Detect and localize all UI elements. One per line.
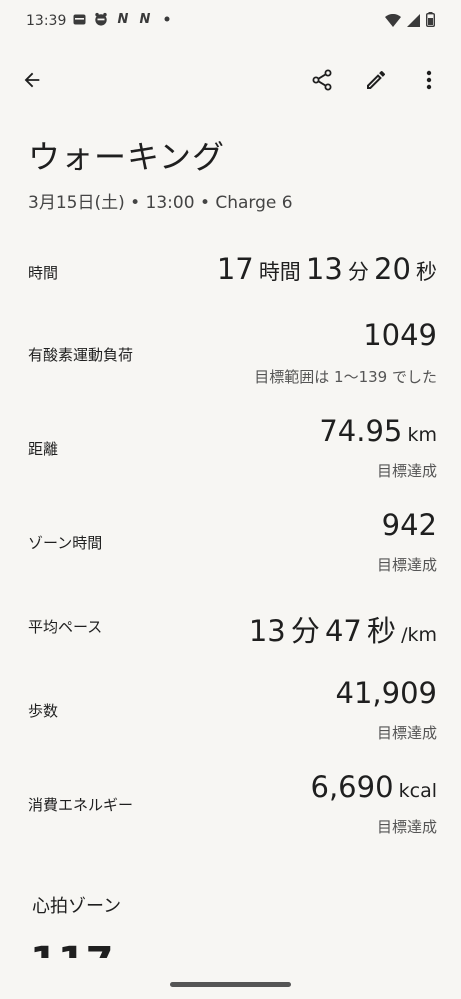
status-bar: 13:39 N N <box>0 0 461 44</box>
stat-value: 6,690 kcal <box>310 770 438 804</box>
stat-sub: 目標達成 <box>376 818 437 836</box>
more-vert-icon <box>426 70 432 94</box>
back-button[interactable] <box>12 62 52 102</box>
heart-zone-title: 心拍ゾーン <box>32 896 122 917</box>
signal-icon <box>407 12 420 31</box>
n-icon: N <box>117 11 129 27</box>
home-indicator[interactable] <box>170 982 291 987</box>
heart-zone-value: 117 <box>30 942 114 958</box>
activity-title: ウォーキング <box>28 138 226 176</box>
stat-label: 距離 <box>28 440 59 458</box>
wifi-icon <box>385 12 401 31</box>
n-icon: N <box>139 11 151 27</box>
stat-value: 13 分 47 秒 /km <box>248 614 437 648</box>
stat-duration: 時間 17 時間 13 分 20 秒 <box>0 252 461 292</box>
battery-icon <box>425 12 435 31</box>
app-bar <box>0 56 461 112</box>
emoji-icon <box>94 12 108 26</box>
share-button[interactable] <box>302 62 342 102</box>
stat-label: 平均ペース <box>28 618 103 636</box>
share-icon <box>310 68 334 96</box>
edit-icon <box>364 68 388 96</box>
activity-subtitle: 3月15日(土) • 13:00 • Charge 6 <box>28 193 293 213</box>
stat-label: 歩数 <box>28 702 59 720</box>
stat-sub: 目標達成 <box>376 462 437 480</box>
stat-zone-minutes[interactable]: ゾーン時間 942 目標達成 <box>0 508 461 580</box>
stat-label: 有酸素運動負荷 <box>28 346 134 364</box>
card-icon <box>72 12 86 26</box>
edit-button[interactable] <box>356 62 396 102</box>
stat-distance[interactable]: 距離 74.95 km 目標達成 <box>0 414 461 486</box>
stat-label: 時間 <box>28 264 59 282</box>
stat-label: 消費エネルギー <box>28 796 134 814</box>
status-time: 13:39 <box>26 13 67 29</box>
stat-sub: 目標範囲は 1〜139 でした <box>254 368 437 386</box>
stat-value: 17 時間 13 分 20 秒 <box>216 252 437 286</box>
stat-pace: 平均ペース 13 分 47 秒 /km <box>0 608 461 648</box>
stat-value: 942 <box>381 508 437 542</box>
dot-icon <box>160 12 174 26</box>
stat-label: ゾーン時間 <box>28 534 103 552</box>
stat-cardio-load[interactable]: 有酸素運動負荷 1049 目標範囲は 1〜139 でした <box>0 318 461 390</box>
stat-sub: 目標達成 <box>376 556 437 574</box>
more-button[interactable] <box>409 62 449 102</box>
stat-value: 74.95 km <box>319 414 437 448</box>
stat-value: 41,909 <box>335 676 437 710</box>
stat-calories[interactable]: 消費エネルギー 6,690 kcal 目標達成 <box>0 770 461 842</box>
stat-value: 1049 <box>363 318 437 352</box>
stat-steps[interactable]: 歩数 41,909 目標達成 <box>0 676 461 748</box>
stat-sub: 目標達成 <box>376 724 437 742</box>
arrow-left-icon <box>21 69 43 95</box>
